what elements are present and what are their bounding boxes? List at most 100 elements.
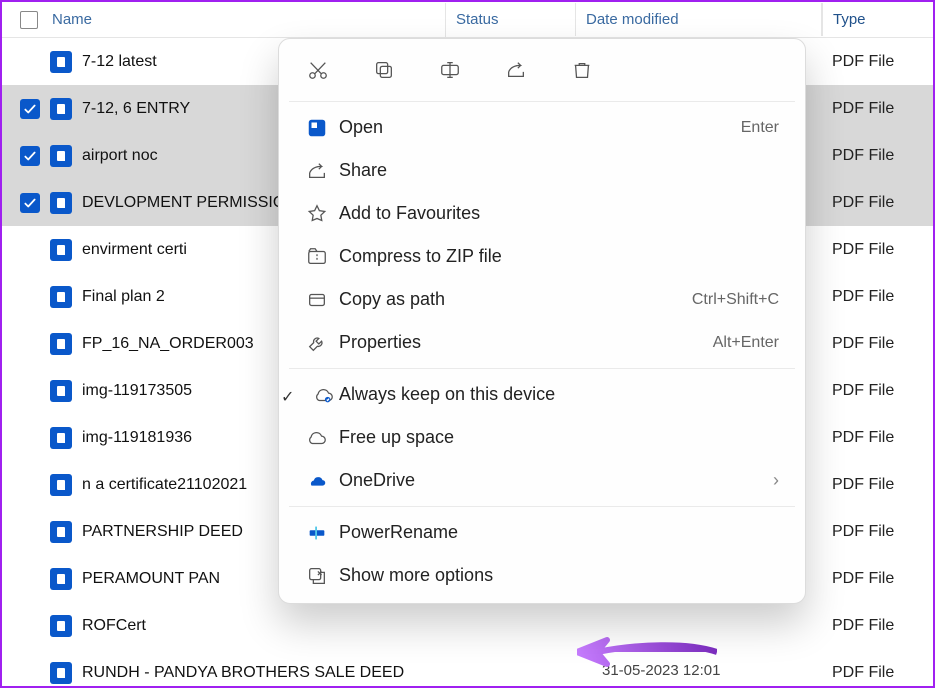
- row-checkbox[interactable]: [20, 193, 40, 213]
- row-checkbox[interactable]: [20, 146, 40, 166]
- row-checkbox[interactable]: [20, 522, 40, 542]
- share-top-icon[interactable]: [503, 57, 529, 83]
- row-checkbox[interactable]: [20, 569, 40, 589]
- row-checkbox[interactable]: [20, 381, 40, 401]
- file-type: PDF File: [822, 194, 933, 212]
- row-checkbox[interactable]: [20, 428, 40, 448]
- file-type: PDF File: [822, 664, 933, 682]
- menu-copy-as-path[interactable]: Copy as path Ctrl+Shift+C: [279, 278, 805, 321]
- path-icon: [305, 288, 329, 312]
- share-icon: [305, 159, 329, 183]
- menu-always-keep-on-this-device[interactable]: ✓Always keep on this device: [279, 373, 805, 416]
- rename-icon[interactable]: [437, 57, 463, 83]
- file-name: airport noc: [82, 147, 158, 165]
- menu-item-label: Always keep on this device: [339, 384, 555, 405]
- file-name: ROFCert: [82, 617, 146, 635]
- file-name: img-119173505: [82, 382, 192, 400]
- file-name: PARTNERSHIP DEED: [82, 523, 243, 541]
- menu-free-up-space[interactable]: Free up space: [279, 416, 805, 459]
- context-menu: OpenEnter Share Add to Favourites Compress …: [278, 38, 806, 604]
- pdf-file-icon: [50, 474, 72, 496]
- menu-open[interactable]: OpenEnter: [279, 106, 805, 149]
- file-row[interactable]: ROFCert PDF File: [2, 602, 933, 649]
- menu-powerrename[interactable]: PowerRename: [279, 511, 805, 554]
- menu-item-label: PowerRename: [339, 522, 458, 543]
- delete-icon[interactable]: [569, 57, 595, 83]
- row-checkbox[interactable]: [20, 334, 40, 354]
- menu-show-more-options[interactable]: Show more options: [279, 554, 805, 597]
- pdf-file-icon: [50, 427, 72, 449]
- menu-item-label: Share: [339, 160, 387, 181]
- file-name: n a certificate21102021: [82, 476, 247, 494]
- open-app-icon: [305, 116, 329, 140]
- pdf-file-icon: [50, 333, 72, 355]
- menu-shortcut: Ctrl+Shift+C: [692, 291, 779, 309]
- col-date-label: Date modified: [586, 11, 679, 28]
- menu-add-to-favourites[interactable]: Add to Favourites: [279, 192, 805, 235]
- file-name: PERAMOUNT PAN: [82, 570, 220, 588]
- pdf-file-icon: [50, 521, 72, 543]
- select-all-checkbox[interactable]: [20, 11, 38, 29]
- copy-icon[interactable]: [371, 57, 397, 83]
- row-checkbox[interactable]: [20, 240, 40, 260]
- wrench-icon: [305, 331, 329, 355]
- pdf-file-icon: [50, 51, 72, 73]
- row-checkbox[interactable]: [20, 616, 40, 636]
- file-type: PDF File: [822, 476, 933, 494]
- chevron-right-icon: ›: [773, 470, 779, 491]
- menu-onedrive[interactable]: OneDrive ›: [279, 459, 805, 502]
- file-name: envirment certi: [82, 241, 187, 259]
- row-checkbox[interactable]: [20, 52, 40, 72]
- col-type-label: Type: [833, 11, 866, 28]
- more-icon: [305, 564, 329, 588]
- menu-share[interactable]: Share: [279, 149, 805, 192]
- pdf-file-icon: [50, 615, 72, 637]
- file-name: 7-12 latest: [82, 53, 157, 71]
- menu-item-label: Compress to ZIP file: [339, 246, 502, 267]
- col-header-name[interactable]: Name: [2, 3, 446, 37]
- cloud-icon: [305, 426, 329, 450]
- pdf-file-icon: [50, 98, 72, 120]
- col-name-label: Name: [52, 11, 92, 28]
- menu-item-label: Open: [339, 117, 383, 138]
- file-name: 7-12, 6 ENTRY: [82, 100, 190, 118]
- menu-item-label: Copy as path: [339, 289, 445, 310]
- file-name: img-119181936: [82, 429, 192, 447]
- file-name: RUNDH - PANDYA BROTHERS SALE DEED: [82, 664, 404, 682]
- file-type: PDF File: [822, 100, 933, 118]
- row-checkbox[interactable]: [20, 475, 40, 495]
- menu-properties[interactable]: Properties Alt+Enter: [279, 321, 805, 364]
- menu-item-label: Free up space: [339, 427, 454, 448]
- file-name: DEVLOPMENT PERMISSION: [82, 194, 297, 212]
- col-header-status[interactable]: Status: [446, 3, 576, 36]
- cloud-sync-icon: [312, 383, 336, 407]
- file-type: PDF File: [822, 241, 933, 259]
- col-header-type[interactable]: Type: [822, 3, 933, 36]
- file-type: PDF File: [822, 382, 933, 400]
- menu-compress-to-zip-file[interactable]: Compress to ZIP file: [279, 235, 805, 278]
- file-type: PDF File: [822, 288, 933, 306]
- menu-item-label: Properties: [339, 332, 421, 353]
- file-row[interactable]: RUNDH - PANDYA BROTHERS SALE DEED PDF Fil…: [2, 649, 933, 696]
- powerrename-icon: [305, 521, 329, 545]
- row-checkbox[interactable]: [20, 99, 40, 119]
- file-type: PDF File: [822, 617, 933, 635]
- menu-item-label: Show more options: [339, 565, 493, 586]
- pdf-file-icon: [50, 286, 72, 308]
- file-type: PDF File: [822, 429, 933, 447]
- row-checkbox[interactable]: [20, 287, 40, 307]
- zip-icon: [305, 245, 329, 269]
- menu-item-label: OneDrive: [339, 470, 415, 491]
- cut-icon[interactable]: [305, 57, 331, 83]
- menu-item-label: Add to Favourites: [339, 203, 480, 224]
- col-status-label: Status: [456, 11, 499, 28]
- star-icon: [305, 202, 329, 226]
- row-checkbox[interactable]: [20, 663, 40, 683]
- file-type: PDF File: [822, 147, 933, 165]
- pdf-file-icon: [50, 239, 72, 261]
- file-name: Final plan 2: [82, 288, 165, 306]
- menu-shortcut: Alt+Enter: [713, 334, 779, 352]
- col-header-date[interactable]: Date modified: [576, 3, 822, 36]
- onedrive-icon: [305, 469, 329, 493]
- file-type: PDF File: [822, 523, 933, 541]
